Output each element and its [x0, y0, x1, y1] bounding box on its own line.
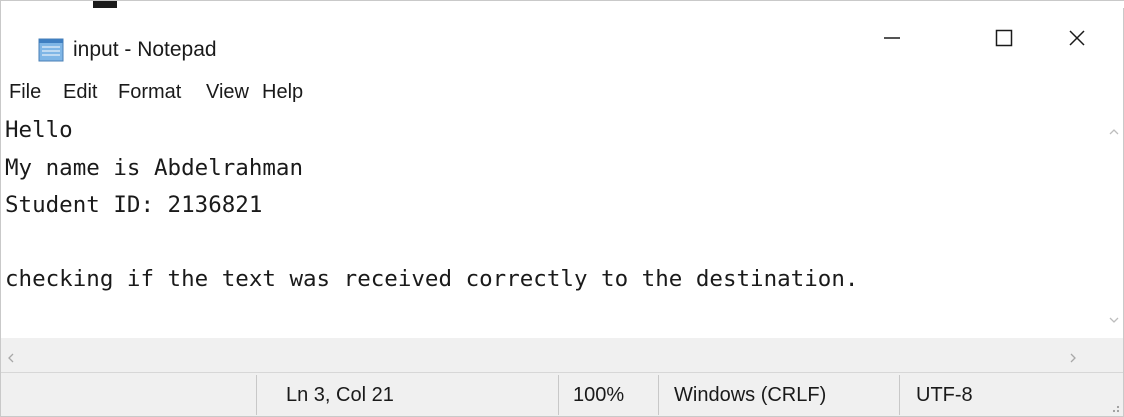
- menu-file[interactable]: File: [9, 81, 41, 104]
- text-editor[interactable]: Hello My name is Abdelrahman Student ID:…: [1, 111, 1105, 338]
- menu-bar: File Edit Format View Help: [1, 76, 1123, 110]
- menu-edit[interactable]: Edit: [63, 81, 97, 104]
- status-zoom: 100%: [573, 384, 625, 406]
- notepad-icon: [38, 38, 64, 62]
- horizontal-scrollbar[interactable]: [1, 338, 1105, 372]
- status-cursor-position: Ln 3, Col 21: [286, 384, 394, 406]
- menu-view[interactable]: View: [206, 81, 249, 104]
- top-strip-dark-segment: [93, 1, 117, 8]
- maximize-icon: [994, 28, 1014, 53]
- editor-line: Hello: [5, 117, 73, 143]
- status-separator: [899, 375, 900, 415]
- editor-line: Student ID: 2136821: [5, 192, 263, 218]
- status-separator: [558, 375, 559, 415]
- resize-grip-icon[interactable]: [1105, 398, 1121, 414]
- chevron-right-icon[interactable]: [1069, 350, 1077, 368]
- window-title: input - Notepad: [73, 38, 217, 61]
- status-line-ending: Windows (CRLF): [674, 384, 827, 406]
- menu-help[interactable]: Help: [262, 81, 303, 104]
- menu-format[interactable]: Format: [118, 81, 181, 104]
- editor-line: My name is Abdelrahman: [5, 155, 304, 181]
- status-separator: [256, 375, 257, 415]
- scrollbar-corner: [1105, 338, 1123, 372]
- minimize-button[interactable]: [846, 8, 938, 72]
- notepad-window: input - Notepad File Edit Format View He…: [0, 0, 1124, 417]
- top-strip: [1, 1, 1124, 8]
- chevron-left-icon[interactable]: [7, 350, 15, 368]
- close-button[interactable]: [1031, 8, 1123, 72]
- chevron-up-icon[interactable]: [1109, 123, 1119, 141]
- editor-line: checking if the text was received correc…: [5, 266, 859, 292]
- title-bar[interactable]: input - Notepad: [1, 8, 1123, 72]
- chevron-down-icon[interactable]: [1109, 311, 1119, 329]
- vertical-scrollbar[interactable]: [1105, 111, 1123, 338]
- status-separator: [658, 375, 659, 415]
- minimize-icon: [882, 28, 902, 53]
- status-bar: Ln 3, Col 21 100% Windows (CRLF) UTF-8: [1, 372, 1123, 416]
- status-encoding: UTF-8: [916, 384, 973, 406]
- close-icon: [1067, 28, 1087, 53]
